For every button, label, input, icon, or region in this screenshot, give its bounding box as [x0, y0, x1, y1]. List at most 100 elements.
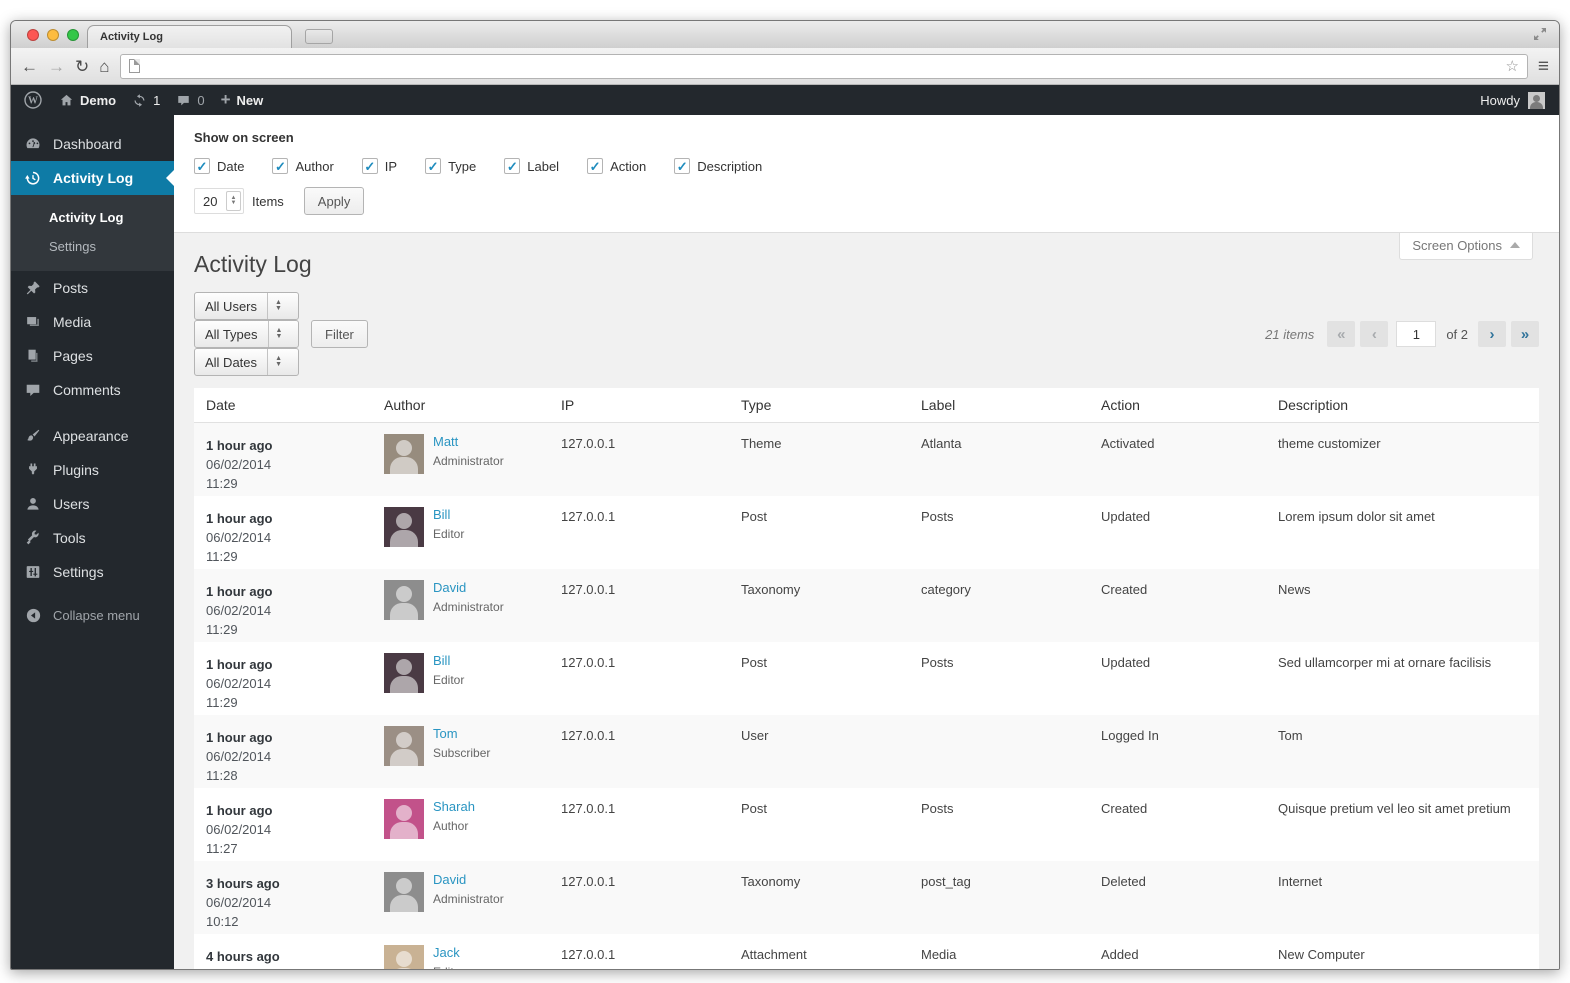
- author-link[interactable]: David: [433, 872, 504, 888]
- browser-menu-icon[interactable]: ≡: [1538, 57, 1549, 76]
- history-icon: [23, 169, 43, 187]
- sidebar-item-activity-log[interactable]: Activity Log: [11, 161, 174, 195]
- column-toggle-label: Action: [610, 158, 647, 174]
- author-link[interactable]: David: [433, 580, 504, 596]
- checkbox-checked-icon[interactable]: ✓: [674, 158, 691, 174]
- sidebar-item-posts[interactable]: Posts: [11, 271, 174, 305]
- address-bar[interactable]: ☆: [119, 53, 1528, 79]
- stepper-arrows-icon[interactable]: ▲ ▼: [226, 191, 241, 211]
- wp-logo-menu[interactable]: W: [23, 90, 43, 110]
- back-icon[interactable]: ←: [21, 58, 38, 75]
- apply-button[interactable]: Apply: [303, 187, 365, 215]
- sidebar-item-settings[interactable]: Settings: [11, 555, 174, 589]
- checkbox-checked-icon[interactable]: ✓: [272, 158, 289, 174]
- author-link[interactable]: Matt: [433, 434, 504, 450]
- avatar: [384, 872, 424, 912]
- reload-icon[interactable]: ↻: [75, 58, 89, 75]
- table-row: 1 hour ago 06/02/2014 11:27 Sharah Author 127…: [194, 788, 1539, 861]
- sidebar-item-tools[interactable]: Tools: [11, 521, 174, 555]
- sidebar-item-pages[interactable]: Pages: [11, 339, 174, 373]
- screen-options-tab[interactable]: Screen Options: [1399, 233, 1533, 260]
- description-cell: Sed ullamcorper mi at ornare facilisis: [1278, 655, 1492, 670]
- column-toggle-ip[interactable]: ✓ IP: [361, 158, 397, 174]
- author-role: Editor: [433, 965, 464, 969]
- filter-button[interactable]: Filter: [311, 320, 368, 348]
- column-toggle-description[interactable]: ✓ Description: [674, 158, 762, 174]
- sidebar-item-users[interactable]: Users: [11, 487, 174, 521]
- checkbox-checked-icon[interactable]: ✓: [425, 158, 442, 174]
- sidebar-item-plugins[interactable]: Plugins: [11, 453, 174, 487]
- date-cell: 3 hours ago 06/02/2014 10:12: [194, 861, 384, 934]
- author-link[interactable]: Bill: [433, 653, 464, 669]
- checkbox-checked-icon[interactable]: ✓: [587, 158, 604, 174]
- avatar: [1528, 91, 1545, 109]
- column-toggle-type[interactable]: ✓ Type: [425, 158, 476, 174]
- pages-icon: [23, 347, 43, 365]
- plus-icon: +: [220, 90, 231, 109]
- avatar: [384, 580, 424, 620]
- wp-admin-bar: W Demo 1 0 + New Howdy: [11, 85, 1559, 115]
- current-page-input[interactable]: 1: [1396, 321, 1437, 347]
- date-cell: 1 hour ago 06/02/2014 11:29: [194, 569, 384, 642]
- updates-menu[interactable]: 1: [132, 93, 160, 108]
- column-toggle-label[interactable]: ✓ Label: [504, 158, 559, 174]
- appearance-icon: [23, 427, 43, 445]
- column-toggle-label: Author: [295, 158, 334, 174]
- date-cell: 1 hour ago 06/02/2014 11:29: [194, 642, 384, 715]
- checkbox-checked-icon[interactable]: ✓: [361, 158, 378, 174]
- zoom-window-icon[interactable]: [67, 29, 79, 41]
- dashboard-icon: [23, 135, 43, 153]
- forward-icon[interactable]: →: [48, 58, 65, 75]
- sidebar-item-comments[interactable]: Comments: [11, 373, 174, 407]
- sidebar-item-label: Dashboard: [53, 136, 122, 152]
- my-account-menu[interactable]: Howdy: [1480, 91, 1545, 109]
- author-link[interactable]: Sharah: [433, 799, 475, 815]
- next-page-button[interactable]: ›: [1478, 321, 1506, 347]
- sidebar-item-dashboard[interactable]: Dashboard: [11, 127, 174, 161]
- prev-page-button[interactable]: ‹: [1360, 321, 1389, 347]
- sidebar-item-appearance[interactable]: Appearance: [11, 419, 174, 453]
- items-count-input[interactable]: 20 ▲ ▼: [194, 188, 244, 214]
- close-window-icon[interactable]: [27, 29, 39, 41]
- column-toggle-date[interactable]: ✓ Date: [194, 158, 244, 174]
- first-page-button[interactable]: «: [1327, 321, 1356, 347]
- submenu-item-activity-log[interactable]: Activity Log: [11, 203, 174, 232]
- new-content-menu[interactable]: + New: [221, 90, 264, 110]
- last-page-button[interactable]: »: [1511, 321, 1539, 347]
- bookmark-star-icon[interactable]: ☆: [1505, 57, 1518, 75]
- filter-dropdown-all-types[interactable]: All Types ▲ ▼: [194, 320, 299, 348]
- column-toggle-action[interactable]: ✓ Action: [587, 158, 646, 174]
- avatar: [384, 799, 424, 839]
- browser-tab[interactable]: Activity Log: [87, 25, 292, 48]
- admin-content: Show on screen ✓ Date ✓ Author ✓ IP ✓ Type ✓ Labe…: [174, 115, 1559, 969]
- author-link[interactable]: Tom: [433, 726, 490, 742]
- checkbox-checked-icon[interactable]: ✓: [504, 158, 521, 174]
- collapse-menu-button[interactable]: Collapse menu: [11, 607, 174, 624]
- checkbox-checked-icon[interactable]: ✓: [194, 158, 210, 174]
- column-toggle-author[interactable]: ✓ Author: [272, 158, 334, 174]
- minimize-window-icon[interactable]: [47, 29, 59, 41]
- svg-text:W: W: [28, 96, 38, 107]
- new-tab-button[interactable]: [305, 29, 333, 44]
- sidebar-item-media[interactable]: Media: [11, 305, 174, 339]
- relative-time: 1 hour ago: [206, 438, 273, 453]
- time-value: 11:29: [206, 622, 238, 637]
- home-icon[interactable]: ⌂: [99, 58, 109, 75]
- date-cell: 1 hour ago 06/02/2014 11:28: [194, 715, 384, 788]
- chevron-up-icon: [1510, 237, 1520, 248]
- type-cell: Theme: [741, 436, 782, 451]
- ip-cell: 127.0.0.1: [561, 509, 616, 524]
- site-name-menu[interactable]: Demo: [59, 93, 116, 108]
- comments-menu[interactable]: 0: [176, 92, 205, 108]
- comment-count: 0: [197, 92, 205, 108]
- time-value: 11:29: [206, 695, 238, 710]
- author-link[interactable]: Bill: [433, 507, 464, 523]
- sidebar-item-label: Activity Log: [53, 170, 134, 186]
- author-link[interactable]: Jack: [433, 945, 464, 961]
- filter-dropdown-all-dates[interactable]: All Dates ▲ ▼: [194, 348, 299, 376]
- submenu-item-settings[interactable]: Settings: [11, 232, 174, 261]
- filter-dropdown-all-users[interactable]: All Users ▲ ▼: [194, 292, 299, 320]
- fullscreen-icon[interactable]: [1533, 27, 1547, 43]
- date-value: 06/02/2014: [206, 457, 272, 472]
- type-cell: Post: [741, 801, 768, 816]
